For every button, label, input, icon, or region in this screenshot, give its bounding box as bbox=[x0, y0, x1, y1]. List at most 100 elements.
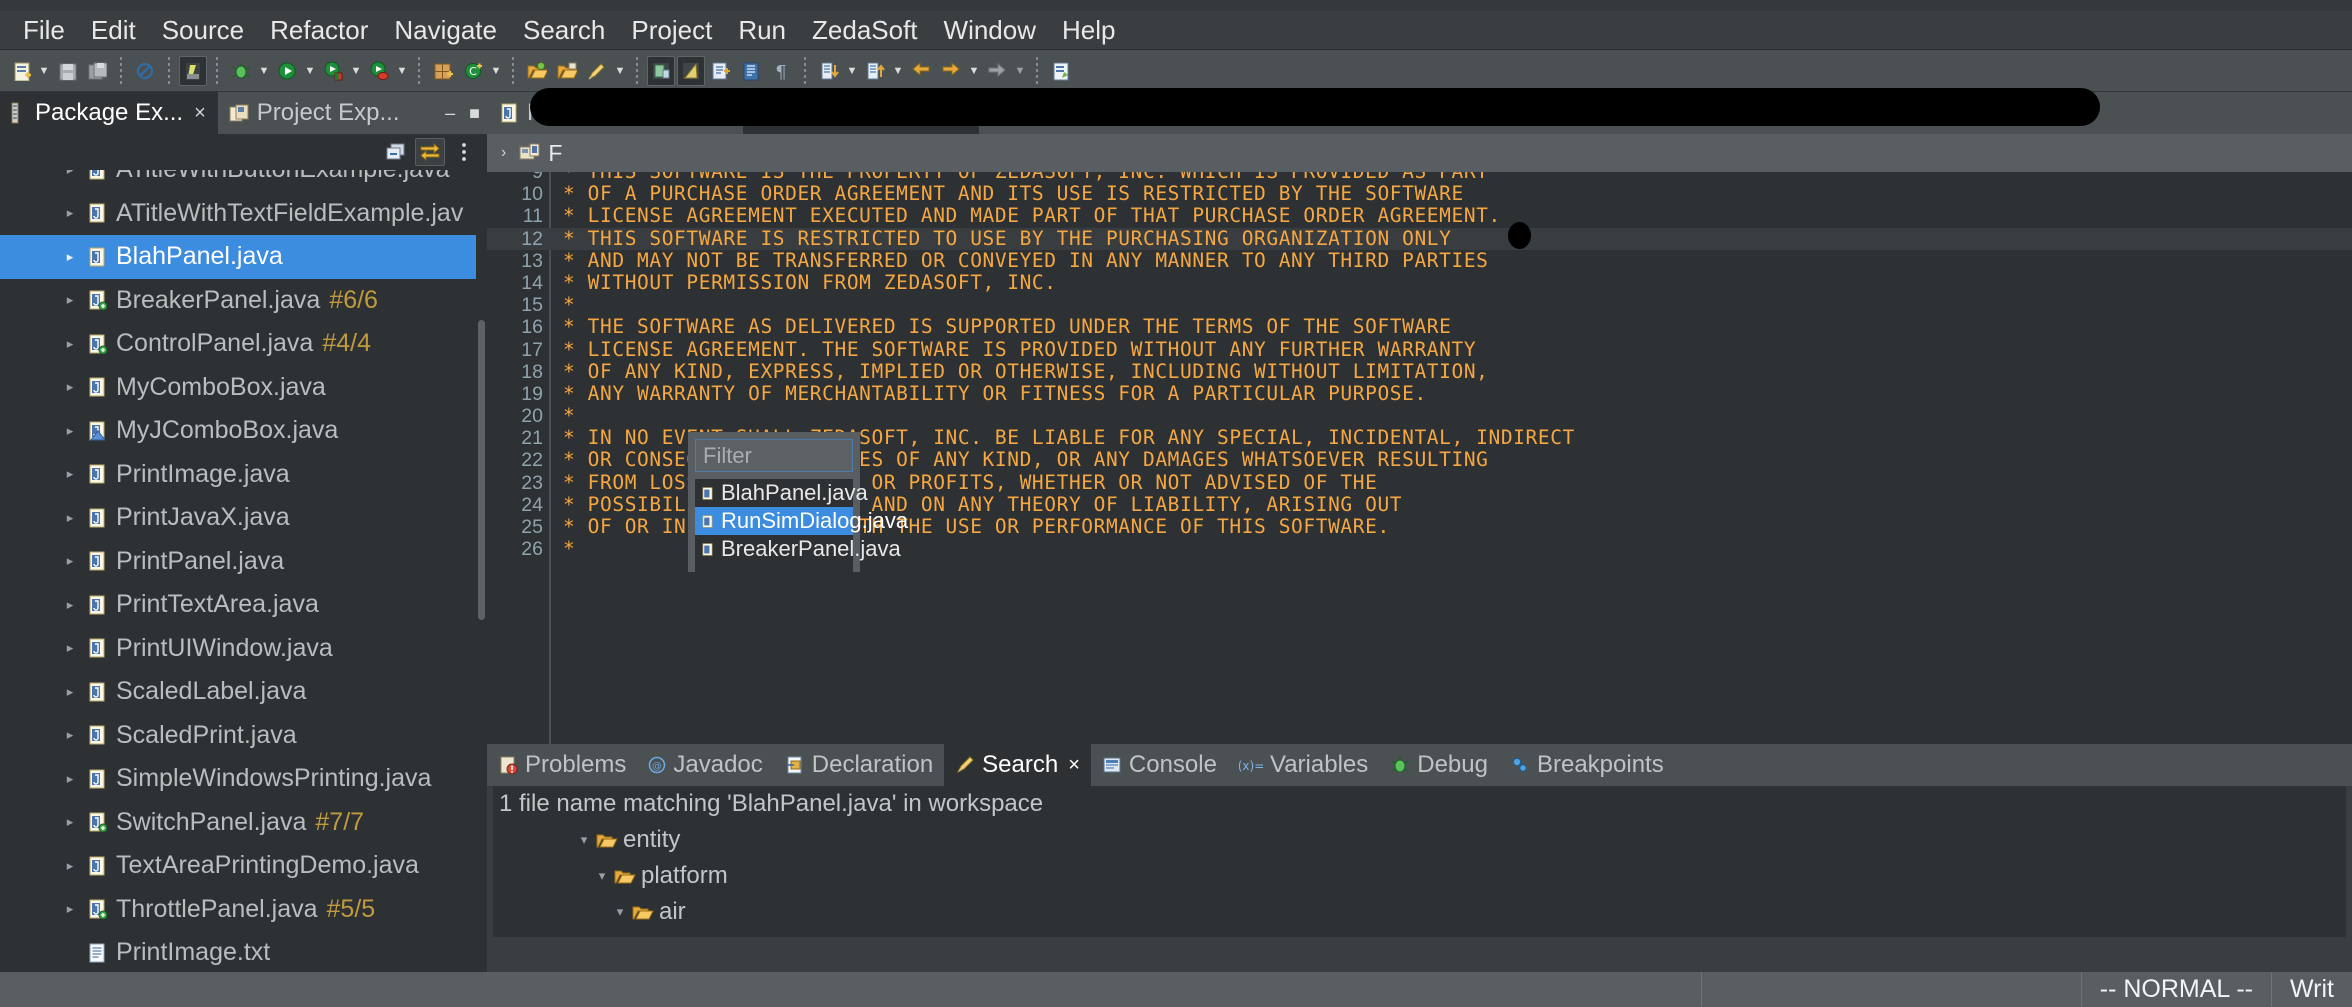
tree-item[interactable]: ▸ ScaledLabel.java bbox=[0, 670, 487, 714]
chevron-down-icon[interactable]: ▼ bbox=[488, 56, 504, 86]
minimize-view-button[interactable]: – bbox=[438, 92, 462, 134]
tree-item[interactable]: ▸ MyComboBox.java bbox=[0, 366, 487, 410]
breadcrumb[interactable]: › F bbox=[487, 134, 2352, 172]
code-line[interactable]: 12 * THIS SOFTWARE IS RESTRICTED TO USE B… bbox=[487, 227, 2352, 250]
bottom-tab-declaration[interactable]: Declaration bbox=[774, 744, 944, 786]
expand-arrow-icon[interactable]: ▸ bbox=[62, 292, 78, 308]
view-tab-package-ex[interactable]: Package Ex... × bbox=[0, 92, 218, 134]
toggle-mark-occurrences-icon[interactable] bbox=[179, 55, 207, 86]
expand-arrow-icon[interactable]: ▸ bbox=[62, 510, 78, 526]
debug-icon[interactable] bbox=[227, 56, 255, 86]
popup-item[interactable]: RunSimDialog.java bbox=[695, 507, 908, 535]
open-task-icon[interactable] bbox=[553, 56, 581, 86]
menu-item-edit[interactable]: Edit bbox=[78, 14, 149, 46]
bottom-tab-problems[interactable]: Problems bbox=[487, 744, 637, 786]
chevron-down-icon[interactable]: ▼ bbox=[966, 56, 982, 86]
expand-arrow-icon[interactable]: ▸ bbox=[62, 553, 78, 569]
expand-arrow-icon[interactable]: ▸ bbox=[62, 858, 78, 874]
tree-item[interactable]: ▸ ATitleWithButtonExample.java bbox=[0, 170, 487, 192]
menu-item-source[interactable]: Source bbox=[149, 14, 257, 46]
menu-item-zedasoft[interactable]: ZedaSoft bbox=[799, 14, 931, 46]
code-line[interactable]: 15 * bbox=[487, 293, 2352, 316]
package-explorer-scrollbar[interactable] bbox=[476, 170, 487, 972]
breadcrumb-chevron-icon[interactable]: › bbox=[495, 144, 512, 162]
close-icon[interactable]: × bbox=[194, 102, 206, 125]
expand-arrow-icon[interactable]: ▸ bbox=[62, 379, 78, 395]
tree-item[interactable]: ▸ PrintUIWindow.java bbox=[0, 627, 487, 671]
link-with-editor-button[interactable] bbox=[415, 138, 445, 166]
menu-item-file[interactable]: File bbox=[10, 14, 78, 46]
expand-arrow-icon[interactable]: ▸ bbox=[62, 423, 78, 439]
code-line[interactable]: 17 * LICENSE AGREEMENT. THE SOFTWARE IS P… bbox=[487, 338, 2352, 361]
chevron-down-icon[interactable]: ▼ bbox=[302, 56, 318, 86]
tree-item[interactable]: ▸ PrintPanel.java bbox=[0, 540, 487, 584]
expand-arrow-icon[interactable]: ▸ bbox=[62, 901, 78, 917]
breadcrumb-label[interactable]: F bbox=[548, 140, 562, 167]
expand-arrow-icon[interactable]: ▾ bbox=[577, 832, 591, 848]
back-icon[interactable] bbox=[907, 56, 935, 86]
bottom-tab-debug[interactable]: Debug bbox=[1379, 744, 1499, 786]
menu-item-window[interactable]: Window bbox=[931, 14, 1049, 46]
package-explorer-tree[interactable]: ▸ ATitleWithButtonExample.java ▸ ATitleWith… bbox=[0, 170, 487, 972]
expand-arrow-icon[interactable]: ▸ bbox=[62, 170, 78, 178]
new-java-class-icon[interactable]: C bbox=[459, 56, 487, 86]
expand-arrow-icon[interactable]: ▾ bbox=[613, 904, 627, 920]
coverage-icon[interactable] bbox=[365, 56, 393, 86]
search-result-node[interactable]: ▾ platform bbox=[493, 858, 2346, 894]
expand-arrow-icon[interactable]: ▸ bbox=[62, 771, 78, 787]
menu-item-navigate[interactable]: Navigate bbox=[381, 14, 510, 46]
expand-arrow-icon[interactable]: ▸ bbox=[62, 814, 78, 830]
popup-item[interactable]: BlahPanel.java bbox=[695, 479, 868, 507]
tree-item[interactable]: ▸ ScaledPrint.java bbox=[0, 714, 487, 758]
tree-item[interactable]: ▸ PrintTextArea.java bbox=[0, 583, 487, 627]
next-annotation-icon[interactable] bbox=[815, 56, 843, 86]
tree-item[interactable]: ▸ SwitchPanel.java #7/7 bbox=[0, 801, 487, 845]
run-icon[interactable] bbox=[273, 56, 301, 86]
tree-item[interactable]: ▸ ControlPanel.java #4/4 bbox=[0, 322, 487, 366]
bottom-tab-breakpoints[interactable]: Breakpoints bbox=[1499, 744, 1675, 786]
code-line[interactable]: 18 * OF ANY KIND, EXPRESS, IMPLIED OR OTH… bbox=[487, 360, 2352, 383]
code-line[interactable]: 11 * LICENSE AGREEMENT EXECUTED AND MADE … bbox=[487, 205, 2352, 228]
menu-item-help[interactable]: Help bbox=[1049, 14, 1128, 46]
maximize-view-button[interactable]: ■ bbox=[462, 92, 487, 134]
show-whitespace-icon[interactable] bbox=[647, 55, 675, 86]
popup-item[interactable]: BreakerPanel.java bbox=[695, 535, 901, 563]
tree-item[interactable]: PrintImage.txt bbox=[0, 931, 487, 972]
tree-item[interactable]: ▸ SimpleWindowsPrinting.java bbox=[0, 757, 487, 801]
tree-item[interactable]: ▸ MyJComboBox.java bbox=[0, 409, 487, 453]
expand-arrow-icon[interactable]: ▸ bbox=[62, 640, 78, 656]
close-icon[interactable]: × bbox=[1068, 754, 1080, 777]
tree-item[interactable]: ▸ TextAreaPrintingDemo.java bbox=[0, 844, 487, 888]
search-result-node[interactable]: ▾ entity bbox=[493, 822, 2346, 858]
code-line[interactable]: 16 * THE SOFTWARE AS DELIVERED IS SUPPORT… bbox=[487, 316, 2352, 339]
external-tools-icon[interactable] bbox=[707, 56, 735, 86]
forward-icon[interactable] bbox=[937, 56, 965, 86]
collapse-all-button[interactable] bbox=[381, 138, 411, 166]
chevron-down-icon[interactable]: ▼ bbox=[890, 56, 906, 86]
expand-arrow-icon[interactable]: ▾ bbox=[595, 868, 609, 884]
menu-item-run[interactable]: Run bbox=[725, 14, 799, 46]
code-line[interactable]: 13 * AND MAY NOT BE TRANSFERRED OR CONVEY… bbox=[487, 249, 2352, 272]
bottom-tab-search[interactable]: Search × bbox=[944, 744, 1091, 786]
tree-item[interactable]: ▸ PrintImage.java bbox=[0, 453, 487, 497]
search-results-view[interactable]: 1 file name matching 'BlahPanel.java' in… bbox=[493, 786, 2346, 937]
menu-item-search[interactable]: Search bbox=[510, 14, 618, 46]
expand-arrow-icon[interactable]: ▸ bbox=[62, 249, 78, 265]
code-line[interactable]: 14 * WITHOUT PERMISSION FROM ZEDASOFT, IN… bbox=[487, 271, 2352, 294]
menu-item-refactor[interactable]: Refactor bbox=[257, 14, 381, 46]
view-tab-project-exp[interactable]: Project Exp... bbox=[218, 92, 412, 134]
chevron-down-icon[interactable]: ▼ bbox=[348, 56, 364, 86]
no-edit-icon[interactable] bbox=[131, 56, 159, 86]
code-line[interactable]: 20 * bbox=[487, 404, 2352, 427]
chevron-down-icon[interactable]: ▼ bbox=[1012, 56, 1028, 86]
menu-item-project[interactable]: Project bbox=[618, 14, 725, 46]
chevron-down-icon[interactable]: ▼ bbox=[612, 56, 628, 86]
expand-arrow-icon[interactable]: ▸ bbox=[62, 205, 78, 221]
tree-item[interactable]: ▸ PrintJavaX.java bbox=[0, 496, 487, 540]
expand-arrow-icon[interactable]: ▸ bbox=[62, 466, 78, 482]
chevron-down-icon[interactable]: ▼ bbox=[844, 56, 860, 86]
tree-item[interactable]: ▸ BreakerPanel.java #6/6 bbox=[0, 279, 487, 323]
expand-arrow-icon[interactable]: ▸ bbox=[62, 597, 78, 613]
tree-item[interactable]: ▸ BlahPanel.java bbox=[0, 235, 487, 279]
chevron-down-icon[interactable]: ▼ bbox=[256, 56, 272, 86]
